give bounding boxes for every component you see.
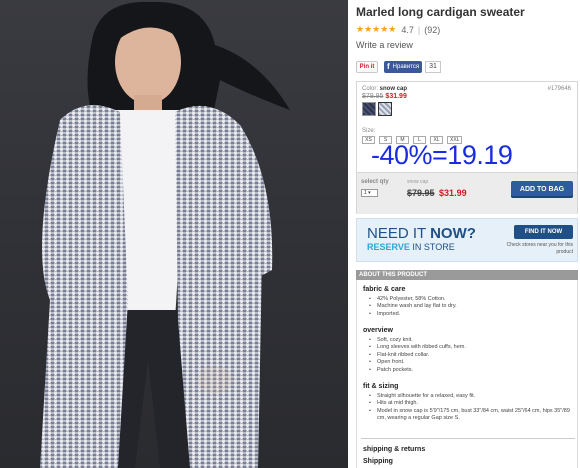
facebook-like-label: Нравится <box>392 63 420 70</box>
list-item: Machine wash and lay flat to dry. <box>369 303 574 311</box>
sale-price: $31.99 <box>385 93 407 100</box>
list-item: Open front. <box>369 359 574 367</box>
original-price: $79.95 <box>362 93 384 100</box>
about-product-body: fabric & care 42% Polyester, 58% Cotton.… <box>356 280 578 468</box>
list-item: Model in snow cap is 5'9"/175 cm, bust 3… <box>369 408 574 423</box>
fabric-care-title: fabric & care <box>363 286 406 293</box>
social-share-row: Pin it f Нравится 31 <box>356 60 441 73</box>
product-details: Marled long cardigan sweater ★★★★★ 4.7 |… <box>356 0 578 468</box>
facebook-like-count: 31 <box>425 60 441 73</box>
sku-number: #179646 <box>547 86 571 92</box>
rating-separator: | <box>417 24 421 35</box>
section-divider <box>361 438 575 439</box>
write-review-link[interactable]: Write a review <box>356 40 413 50</box>
list-item: Patch pockets. <box>369 367 574 375</box>
fit-sizing-title: fit & sizing <box>363 383 399 390</box>
color-prefix: Color: <box>362 86 380 92</box>
add-to-bag-button[interactable]: ADD TO BAG <box>511 181 573 198</box>
color-name-small: snow cap <box>407 179 429 185</box>
color-swatch-snow-cap[interactable] <box>378 102 392 116</box>
find-it-now-button[interactable]: FIND IT NOW <box>514 225 573 239</box>
facebook-like-button[interactable]: f Нравится <box>384 60 423 73</box>
list-item: Hits at mid thigh. <box>369 400 574 408</box>
rating-value: 4.7 <box>401 24 414 35</box>
need-it-now-banner: NEED IT NOW? RESERVE IN STORE FIND IT NO… <box>356 218 578 262</box>
bag-sale-price: $31.99 <box>439 188 467 198</box>
list-item: 42% Polyester, 58% Cotton. <box>369 296 574 304</box>
facebook-icon: f <box>387 61 390 71</box>
find-store-note: Check stores near you for this product <box>506 242 573 255</box>
product-title: Marled long cardigan sweater <box>356 5 525 19</box>
discount-overlay-text: -40%=19.19 <box>371 140 513 170</box>
need-it-now-text: NEED IT <box>367 225 431 242</box>
quantity-label: select qty <box>361 179 389 185</box>
color-name: snow cap <box>379 86 408 92</box>
reserve-word: RESERVE <box>367 242 410 252</box>
size-label: Size: <box>362 128 376 134</box>
model-illustration <box>40 1 290 468</box>
bag-original-price: $79.95 <box>407 188 435 198</box>
pinterest-pin-button[interactable]: Pin it <box>356 60 378 73</box>
star-rating-icon: ★★★★★ <box>356 24 397 34</box>
purchase-config-box: Color: snow cap #179646 $79.95 $31.99 Siz… <box>356 81 578 214</box>
quantity-value: 1 <box>364 190 367 196</box>
color-swatches <box>362 102 394 116</box>
shipping-returns-title[interactable]: shipping & returns <box>363 446 425 453</box>
fabric-care-list: 42% Polyester, 58% Cotton. Machine wash … <box>369 296 574 319</box>
rating-row: ★★★★★ 4.7 | (92) <box>356 24 440 35</box>
review-count-link[interactable]: (92) <box>424 25 440 35</box>
list-item: Straight silhouette for a relaxed, easy … <box>369 393 574 401</box>
reserve-in-store-text: RESERVE IN STORE <box>367 242 455 252</box>
bag-price-line: $79.95 $31.99 <box>407 188 467 198</box>
list-item: Flat-knit ribbed collar. <box>369 352 574 360</box>
color-swatch-navy[interactable] <box>362 102 376 116</box>
need-it-now-bold: NOW? <box>430 225 476 242</box>
about-product-header: ABOUT THIS PRODUCT <box>356 270 578 280</box>
quantity-select[interactable]: 1 ▾ <box>361 189 378 197</box>
color-selected-line: Color: snow cap <box>362 86 407 92</box>
list-item: Soft, cozy knit. <box>369 337 574 345</box>
overview-list: Soft, cozy knit. Long sleeves with ribbe… <box>369 337 574 374</box>
overview-title: overview <box>363 327 393 334</box>
list-item: Long sleeves with ribbed cuffs, hem. <box>369 344 574 352</box>
fit-sizing-list: Straight silhouette for a relaxed, easy … <box>369 393 574 423</box>
quantity-bar: select qty 1 ▾ snow cap $79.95 $31.99 AD… <box>357 172 577 214</box>
need-it-now-heading: NEED IT NOW? <box>367 225 476 242</box>
product-photo <box>0 0 348 468</box>
list-item: Imported. <box>369 311 574 319</box>
shipping-subtitle: Shipping <box>363 458 393 465</box>
in-store-word: IN STORE <box>409 242 455 252</box>
price-line: $79.95 $31.99 <box>362 93 407 100</box>
